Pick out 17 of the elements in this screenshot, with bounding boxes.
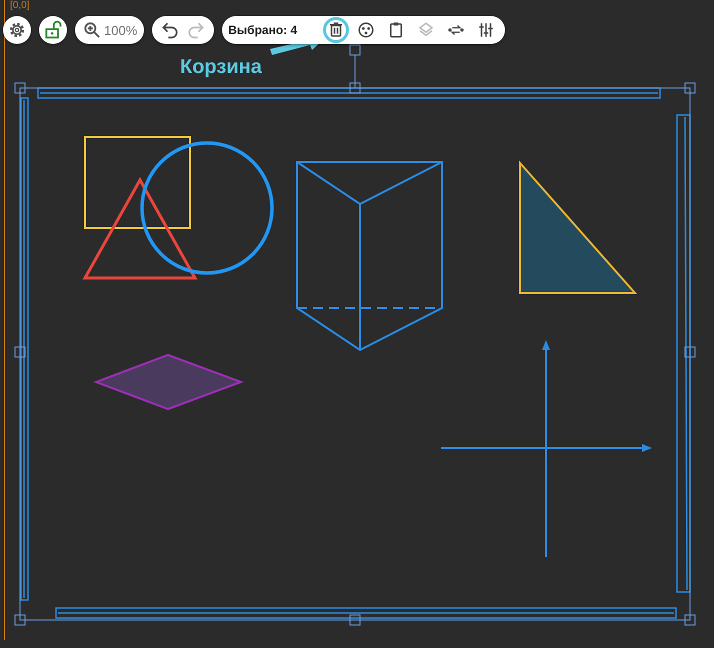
trash-button[interactable] bbox=[323, 17, 350, 43]
selected-frame-drawing[interactable] bbox=[14, 44, 696, 626]
selected-count: Выбрано: 4 bbox=[228, 23, 298, 37]
lock-button[interactable] bbox=[39, 16, 67, 44]
undo-button[interactable] bbox=[160, 20, 180, 40]
undo-icon bbox=[160, 20, 180, 40]
unlocked-icon bbox=[43, 20, 63, 40]
callout-label: Корзина bbox=[180, 56, 262, 79]
zoom-in-icon bbox=[82, 20, 102, 40]
settings-icon bbox=[7, 20, 27, 40]
redo-icon bbox=[186, 20, 206, 40]
layers-icon bbox=[417, 21, 436, 39]
settings-button[interactable] bbox=[3, 16, 31, 44]
sliders-icon bbox=[477, 21, 496, 39]
zoom-button[interactable]: 100% bbox=[75, 16, 144, 44]
origin-label: [0,0] bbox=[10, 0, 30, 11]
dots-circle-icon bbox=[357, 21, 376, 39]
